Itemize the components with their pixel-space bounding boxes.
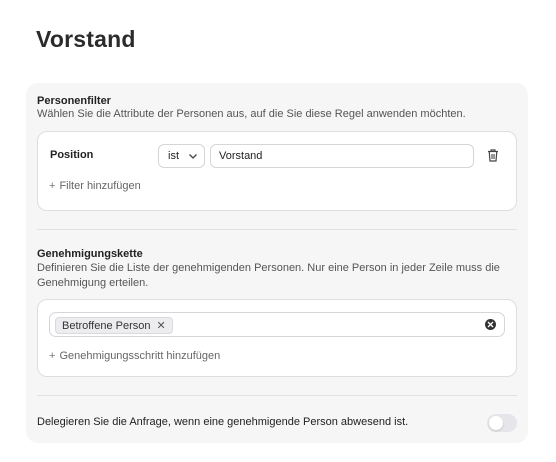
add-approval-step-link[interactable]: + Genehmigungsschritt hinzufügen [49,350,220,362]
trash-icon[interactable] [486,148,500,163]
close-icon [487,321,494,328]
chevron-down-icon [189,154,197,159]
approval-chain-description: Definieren Sie die Liste der genehmigend… [37,262,500,289]
page-title: Vorstand [36,26,136,52]
remove-chip-icon[interactable]: ✕ [156,319,165,332]
delegation-label: Delegieren Sie die Anfrage, wenn eine ge… [37,416,409,428]
operator-select[interactable]: ist [158,144,205,168]
section-divider [37,395,517,396]
approver-chip: Betroffene Person ✕ [55,317,173,334]
condition-attribute-label: Position [50,149,94,161]
toggle-knob [489,416,503,430]
delegation-toggle[interactable] [487,414,517,432]
section-divider [37,229,517,230]
add-filter-label: Filter hinzufügen [59,180,141,192]
approval-chain-card: Betroffene Person ✕ + Genehmigungsschritt… [37,299,517,377]
person-filter-description: Wählen Sie die Attribute der Personen au… [37,108,466,120]
person-filter-title: Personenfilter [37,95,111,107]
clear-input-button[interactable] [485,319,496,330]
condition-value-input[interactable]: Vorstand [210,144,474,168]
add-approval-step-label: Genehmigungsschritt hinzufügen [59,350,221,362]
person-filter-card: Position ist Vorstand + Filter hinzufügen [37,131,517,211]
approver-input[interactable]: Betroffene Person ✕ [49,312,505,337]
operator-value: ist [168,150,179,162]
plus-icon: + [49,350,56,362]
approval-chain-title: Genehmigungskette [37,248,143,260]
plus-icon: + [49,180,56,192]
add-filter-link[interactable]: + Filter hinzufügen [49,180,141,192]
approver-chip-label: Betroffene Person [62,319,151,332]
